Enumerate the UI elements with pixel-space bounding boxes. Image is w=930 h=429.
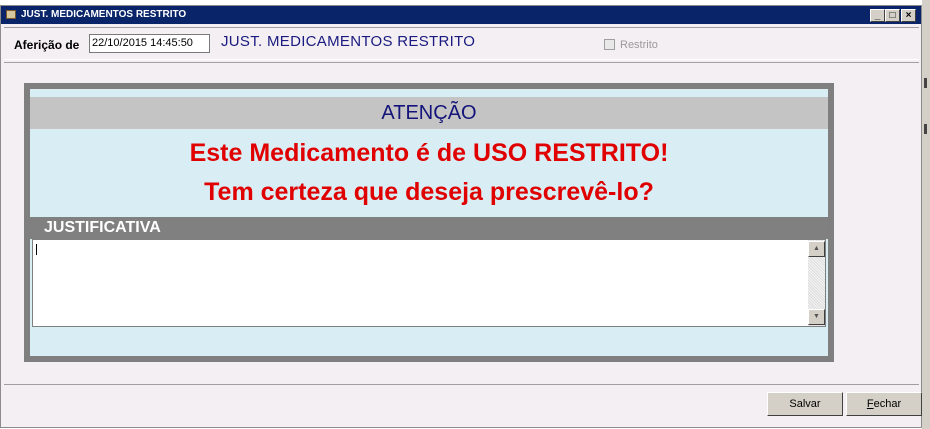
restrito-checkbox[interactable]: Restrito bbox=[604, 39, 658, 51]
warning-panel-inner: ATENÇÃO Este Medicamento é de USO RESTRI… bbox=[30, 89, 828, 356]
background-edge-mark bbox=[924, 124, 927, 134]
scroll-up-icon[interactable]: ▲ bbox=[808, 241, 825, 257]
footer-bar: Salvar Fechar bbox=[4, 384, 922, 425]
text-caret bbox=[36, 244, 37, 255]
app-icon bbox=[6, 10, 16, 19]
justificativa-scrollbar[interactable]: ▲ ▼ bbox=[808, 240, 825, 326]
form-title: JUST. MEDICAMENTOS RESTRITO bbox=[221, 33, 476, 50]
justificativa-label: JUSTIFICATIVA bbox=[30, 217, 828, 239]
maximize-icon[interactable]: □ bbox=[885, 9, 900, 22]
background-edge-mark bbox=[924, 78, 927, 88]
scroll-down-icon[interactable]: ▼ bbox=[808, 309, 825, 325]
content-area: ATENÇÃO Este Medicamento é de USO RESTRI… bbox=[4, 62, 919, 384]
afericao-label: Aferição de bbox=[14, 38, 80, 52]
salvar-button[interactable]: Salvar bbox=[767, 392, 843, 416]
justificativa-box: ▲ ▼ bbox=[32, 239, 826, 327]
minimize-icon[interactable]: _ bbox=[870, 9, 885, 22]
atencao-heading: ATENÇÃO bbox=[30, 97, 828, 129]
warning-line-1: Este Medicamento é de USO RESTRITO! bbox=[189, 139, 669, 167]
title-bar[interactable]: JUST. MEDICAMENTOS RESTRITO _ □ × bbox=[1, 6, 921, 24]
dialog-window: JUST. MEDICAMENTOS RESTRITO _ □ × Aferiç… bbox=[0, 5, 922, 428]
fechar-mnemonic: F bbox=[866, 398, 874, 410]
afericao-datetime-field[interactable]: 22/10/2015 14:45:50 bbox=[89, 34, 210, 53]
close-icon[interactable]: × bbox=[901, 9, 916, 22]
checkbox-icon[interactable] bbox=[604, 39, 615, 50]
warning-line-2: Tem certeza que deseja prescrevê-lo? bbox=[204, 178, 654, 206]
header-bar: Aferição de 22/10/2015 14:45:50 JUST. ME… bbox=[4, 27, 919, 60]
fechar-button[interactable]: Fechar bbox=[846, 392, 922, 416]
warning-panel: ATENÇÃO Este Medicamento é de USO RESTRI… bbox=[24, 83, 834, 362]
restrito-label: Restrito bbox=[620, 39, 658, 51]
background-app-edge bbox=[922, 0, 930, 429]
window-title: JUST. MEDICAMENTOS RESTRITO bbox=[21, 9, 187, 20]
justificativa-textarea[interactable] bbox=[33, 240, 808, 326]
fechar-label-rest: echar bbox=[873, 398, 902, 410]
